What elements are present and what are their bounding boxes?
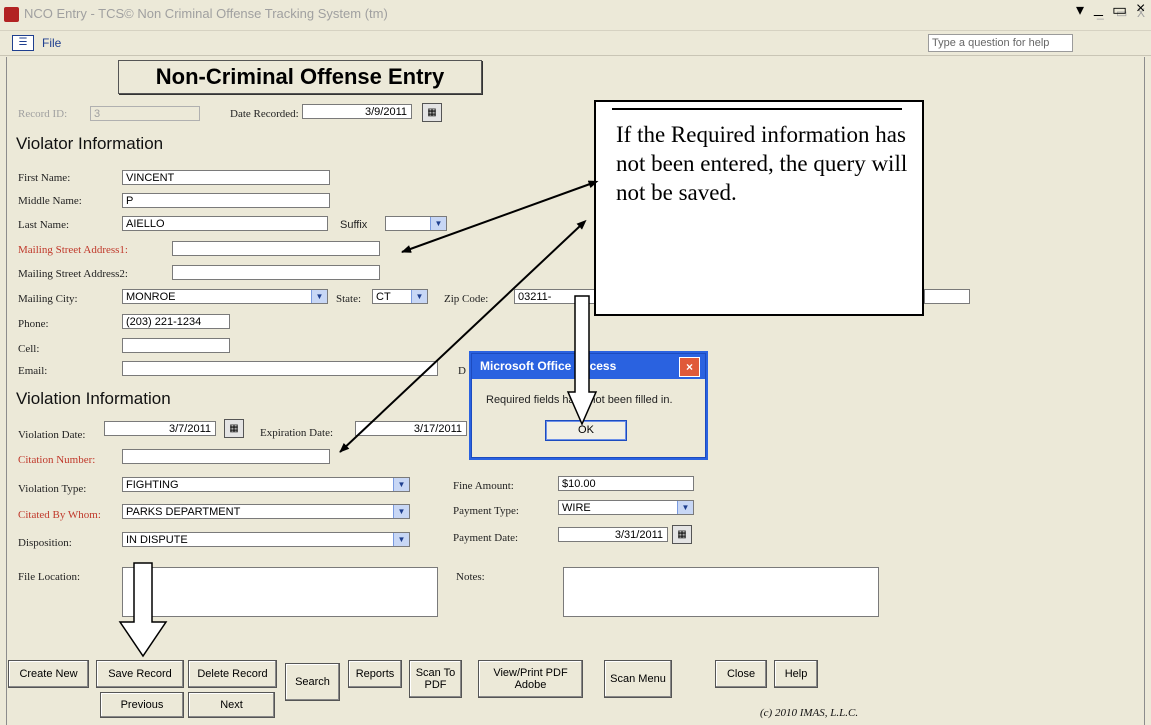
phone-label: Phone: [18,318,49,330]
help-dropdown-icon[interactable]: ▾ [1076,0,1084,20]
doc-minimize-button[interactable]: _ [1094,0,1103,18]
zip-label: Zip Code: [444,293,489,305]
street1-field[interactable] [172,241,380,256]
save-record-button[interactable]: Save Record [96,660,184,688]
reports-button[interactable]: Reports [348,660,402,688]
street1-label: Mailing Street Address1: [18,244,128,256]
scan-menu-button[interactable]: Scan Menu [604,660,672,698]
notes-field[interactable] [563,567,879,617]
file-location-field[interactable] [122,567,438,617]
violation-date-calendar-icon[interactable]: ▦ [224,419,244,438]
title-bar: NCO Entry - TCS© Non Criminal Offense Tr… [0,0,1151,31]
date-recorded-label: Date Recorded: [230,108,299,120]
street2-field[interactable] [172,265,380,280]
state-dropdown[interactable]: CT ▼ [372,289,428,304]
payment-type-label: Payment Type: [453,505,519,517]
chevron-down-icon: ▼ [411,290,427,303]
access-app-icon [4,7,19,22]
form-title: Non-Criminal Offense Entry [118,60,482,94]
callout-text: If the Required information has not been… [616,122,908,205]
first-name-label: First Name: [18,172,71,184]
date-recorded-calendar-icon[interactable]: ▦ [422,103,442,122]
violator-heading: Violator Information [16,134,164,153]
payment-date-label: Payment Date: [453,532,519,544]
chevron-down-icon: ▼ [393,478,409,491]
search-button[interactable]: Search [285,663,340,701]
state-label: State: [336,293,362,305]
help-button[interactable]: Help [774,660,818,688]
citation-number-field[interactable] [122,449,330,464]
doc-close-button[interactable]: × [1136,0,1145,18]
file-menu[interactable]: File [42,36,61,50]
expiration-date-label: Expiration Date: [260,427,334,439]
fine-amount-field[interactable]: $10.00 [558,476,694,491]
cell-label: Cell: [18,343,40,355]
citation-number-label: Citation Number: [18,454,96,466]
expiration-date-field[interactable]: 3/17/2011 [355,421,467,436]
form-menu-icon[interactable]: ☰ [12,35,34,51]
suffix-dropdown[interactable]: ▼ [385,216,447,231]
first-name-field[interactable]: VINCENT [122,170,330,185]
date-recorded-field[interactable]: 3/9/2011 [302,104,412,119]
chevron-down-icon: ▼ [393,533,409,546]
chevron-down-icon: ▼ [311,290,327,303]
dialog-ok-button[interactable]: OK [545,420,627,441]
chevron-down-icon: ▼ [430,217,446,230]
previous-button[interactable]: Previous [100,692,184,718]
delete-record-button[interactable]: Delete Record [188,660,277,688]
payment-type-dropdown[interactable]: WIRE ▼ [558,500,694,515]
email-field[interactable] [122,361,438,376]
violation-type-dropdown[interactable]: FIGHTING ▼ [122,477,410,492]
view-print-pdf-button[interactable]: View/Print PDF Adobe [478,660,583,698]
access-message-dialog: Microsoft Office Access × Required field… [471,353,706,458]
email-label: Email: [18,365,48,377]
cell-field[interactable] [122,338,230,353]
extra-field[interactable] [924,289,970,304]
violation-date-label: Violation Date: [18,429,86,441]
chevron-down-icon: ▼ [677,501,693,514]
file-location-label: File Location: [18,571,81,583]
suffix-label: Suffix [340,219,368,231]
street2-label: Mailing Street Address2: [18,268,128,280]
zip-field[interactable]: 03211- [514,289,604,304]
dialog-title: Microsoft Office Access [480,359,617,373]
help-question-input[interactable]: Type a question for help [928,34,1073,52]
annotation-callout: If the Required information has not been… [594,100,924,316]
create-new-button[interactable]: Create New [8,660,89,688]
doc-restore-button[interactable]: ▭ [1112,0,1127,20]
disposition-label: Disposition: [18,537,72,549]
record-id-label: Record ID: [18,108,68,120]
city-label: Mailing City: [18,293,78,305]
dialog-message: Required fields have not been filled in. [486,394,673,406]
fine-amount-label: Fine Amount: [453,480,514,492]
violation-date-field[interactable]: 3/7/2011 [104,421,216,436]
window-title: NCO Entry - TCS© Non Criminal Offense Tr… [24,6,388,21]
close-button[interactable]: Close [715,660,767,688]
copyright-text: (c) 2010 IMAS, L.L.C. [760,707,859,719]
violation-type-label: Violation Type: [18,483,87,495]
payment-date-calendar-icon[interactable]: ▦ [672,525,692,544]
phone-field[interactable]: (203) 221-1234 [122,314,230,329]
dialog-close-icon[interactable]: × [679,357,700,377]
record-id-field: 3 [90,106,200,121]
violation-heading: Violation Information [16,389,171,408]
callout-rule [612,108,902,110]
next-button[interactable]: Next [188,692,275,718]
cited-by-label: Citated By Whom: [18,509,101,521]
middle-name-field[interactable]: P [122,193,330,208]
city-dropdown[interactable]: MONROE ▼ [122,289,328,304]
cited-by-dropdown[interactable]: PARKS DEPARTMENT ▼ [122,504,410,519]
scan-to-pdf-button[interactable]: Scan To PDF [409,660,462,698]
last-name-field[interactable]: AIELLO [122,216,328,231]
notes-label: Notes: [456,571,485,583]
partial-label: D [458,365,466,377]
payment-date-field[interactable]: 3/31/2011 [558,527,668,542]
disposition-dropdown[interactable]: IN DISPUTE ▼ [122,532,410,547]
middle-name-label: Middle Name: [18,195,82,207]
last-name-label: Last Name: [18,219,70,231]
chevron-down-icon: ▼ [393,505,409,518]
